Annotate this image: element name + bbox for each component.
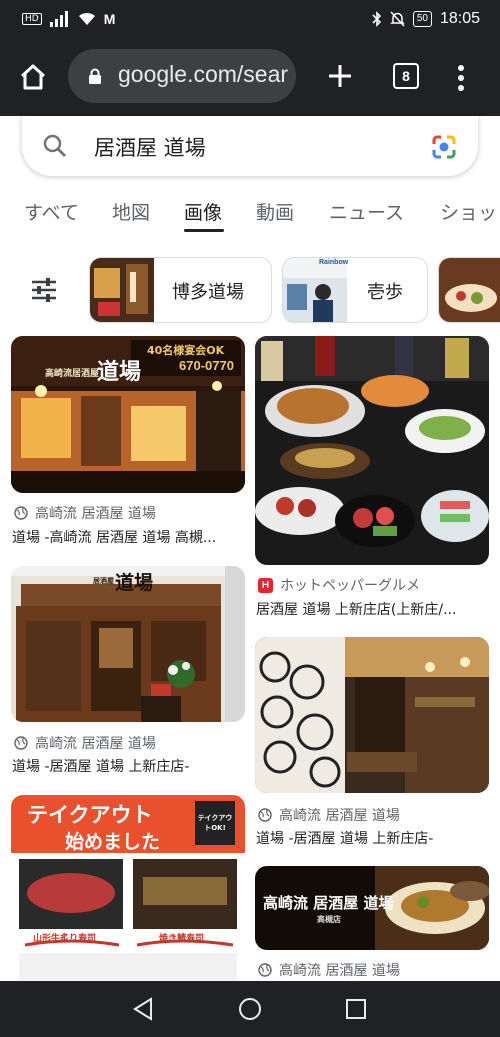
tab-shopping[interactable]: ショッ [440,198,497,225]
search-icon [43,134,66,157]
chip-thumbnail [439,258,500,322]
result-source-3[interactable]: 高崎流 居酒屋 道場 [14,733,156,753]
chip-ippo[interactable]: Rainbow 壱歩 [282,257,428,323]
globe-icon [14,506,28,520]
more-menu-icon[interactable] [452,62,470,94]
globe-icon [258,808,272,822]
result-image-4[interactable] [255,637,489,793]
bluetooth-icon [372,11,381,27]
food-photo [255,336,489,565]
browser-toolbar: google.com/sear 8 [0,38,500,116]
chip-hakata-dojo[interactable]: 博多道場 [89,257,272,323]
mute-icon [390,11,405,27]
source-name: 高崎流 居酒屋 道場 [35,506,156,522]
storefront-sign-small: 高崎流居酒屋 [45,369,100,379]
address-bar[interactable]: google.com/sear [68,49,296,103]
tab-videos[interactable]: 動画 [256,198,294,225]
google-lens-icon[interactable] [430,133,458,161]
interior-photo [255,637,489,793]
status-bar: HD M 50 18:05 [0,0,500,38]
takeout-headline: テイクアウト [27,803,153,827]
hotpepper-icon: H [258,577,273,593]
tab-all[interactable]: すべて [24,198,79,225]
chip-more[interactable] [438,257,500,323]
home-icon[interactable] [18,62,48,92]
logo-text: 高崎流 居酒屋 道場 [263,894,394,912]
result-title-4[interactable]: 道場 -居酒屋 道場 上新庄店- [256,828,490,848]
logo-subtext: 高槻店 [317,915,341,924]
filter-icon[interactable] [30,276,58,304]
wifi-icon [78,12,95,25]
back-icon[interactable] [132,997,154,1021]
tab-maps[interactable]: 地図 [112,198,150,225]
source-name: 高崎流 居酒屋 道場 [279,963,400,979]
globe-icon [14,736,28,750]
signal-icon [49,11,68,27]
source-name: 高崎流 居酒屋 道場 [35,736,156,752]
new-tab-icon[interactable] [324,60,356,92]
storefront-phone: 670-0770 [179,358,234,373]
takeout-item-1: 山形牛炙り寿司 [33,934,97,944]
entrance-sign-small: 居酒屋 [93,577,114,585]
lock-icon [89,68,101,84]
result-image-3[interactable]: 居酒屋 道場 [11,566,245,722]
result-image-2[interactable] [255,336,489,565]
tab-switcher-button[interactable]: 8 [393,63,419,89]
result-image-1[interactable]: 高崎流居酒屋 道場 40名様宴会OK 670-0770 [11,336,245,493]
tab-news[interactable]: ニュース [329,198,404,225]
result-source-1[interactable]: 高崎流 居酒屋 道場 [14,503,156,523]
active-tab-indicator [184,229,224,232]
carrier-icon: M [103,11,116,27]
url-text: google.com/sear [118,61,289,87]
globe-icon [258,963,272,977]
source-name: 高崎流 居酒屋 道場 [279,808,400,824]
network-badge: HD [22,13,42,25]
takeout-item-2: 焼き鯖寿司 [159,934,205,944]
result-title-1[interactable]: 道場 -高崎流 居酒屋 道場 高槻... [12,527,246,547]
result-source-2[interactable]: H ホットペッパーグルメ [258,575,420,595]
related-chips: 博多道場 Rainbow 壱歩 [0,256,500,324]
takeout-ok-badge: テイクアウトOK! [197,814,233,832]
result-title-3[interactable]: 道場 -居酒屋 道場 上新庄店- [12,756,246,776]
entrance-sign: 道場 [115,572,154,594]
result-source-6[interactable]: 高崎流 居酒屋 道場 [258,960,400,980]
chip-thumbnail [283,258,347,322]
clock: 18:05 [439,10,480,27]
chip-thumb-text: Rainbow [319,259,349,266]
storefront-sign: 道場 [97,360,142,385]
storefront-banner: 40名様宴会OK [147,344,225,357]
battery-icon: 50 [412,11,432,27]
chip-label: 壱歩 [367,282,403,303]
result-title-2[interactable]: 居酒屋 道場 上新庄店(上新庄/... [256,599,490,619]
recent-apps-icon[interactable] [345,998,367,1020]
source-name: ホットペッパーグルメ [280,578,420,594]
chip-thumbnail [90,258,154,322]
result-source-4[interactable]: 高崎流 居酒屋 道場 [258,805,400,825]
takeout-subline: 始めました [65,831,161,853]
system-navigation-bar [0,981,500,1037]
search-tabs: すべて 地図 画像 動画 ニュース ショッ [0,190,500,236]
result-image-6[interactable]: 高崎流 居酒屋 道場 高槻店 [255,866,489,950]
search-query[interactable]: 居酒屋 道場 [94,132,206,162]
result-image-5[interactable]: テイクアウト 始めました テイクアウトOK! 山形牛炙り寿司 焼き鯖寿司 [11,795,245,981]
chip-label: 博多道場 [172,282,244,303]
home-nav-icon[interactable] [238,997,262,1021]
search-box[interactable]: 居酒屋 道場 [22,116,478,176]
tab-images[interactable]: 画像 [184,198,222,225]
